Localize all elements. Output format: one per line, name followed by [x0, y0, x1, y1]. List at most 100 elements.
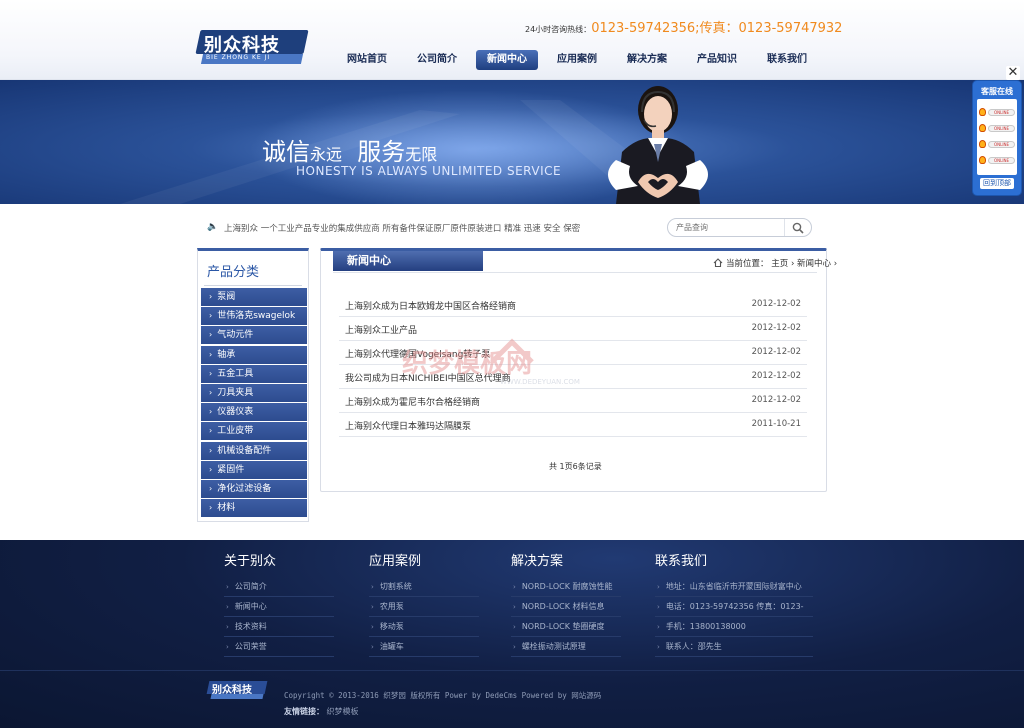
- service-close-icon[interactable]: ✕: [1006, 66, 1020, 80]
- category-item[interactable]: › 轴承: [201, 345, 307, 364]
- speaker-icon: 🔈: [207, 222, 219, 232]
- qq-online-button[interactable]: ONLINE: [979, 107, 1015, 117]
- site-footer: 关于别众 › 公司简介 › 新闻中心 › 技术资料 › 公司荣誉 应用案例 › 切割系统 …: [0, 540, 1024, 728]
- qq-online-label: ONLINE: [988, 108, 1015, 116]
- chevron-right-icon: ›: [209, 464, 213, 474]
- footer-column-title: 解决方案: [511, 554, 564, 569]
- qq-online-label: ONLINE: [988, 140, 1015, 148]
- category-item[interactable]: › 紧固件: [201, 460, 307, 479]
- chevron-right-icon: ›: [209, 445, 213, 455]
- qq-penguin-icon: [979, 108, 986, 116]
- news-row: 我公司成为日本NICHIBEI中国区总代理商 2012-12-02: [339, 365, 807, 389]
- footer-link[interactable]: › 农用泵: [369, 597, 479, 617]
- category-item[interactable]: › 净化过滤设备: [201, 479, 307, 498]
- category-list: › 泵阀 › 世伟洛克swagelok › 气动元件 › 轴承 › 五金工具 › 刀具夹具 …: [201, 288, 307, 518]
- category-item[interactable]: › 五金工具: [201, 364, 307, 383]
- search-input[interactable]: [676, 221, 776, 234]
- category-item[interactable]: › 仪器仪表: [201, 403, 307, 422]
- chevron-right-icon: ›: [513, 643, 516, 651]
- nav-item-solutions[interactable]: 解决方案: [616, 50, 678, 70]
- site-logo[interactable]: 别众科技 BIE ZHONG KE JI: [195, 30, 309, 66]
- news-panel: 新闻中心 当前位置： 主页 › 新闻中心 › 上海别众成为日本欧姆龙中国区合格经…: [320, 248, 837, 492]
- qq-penguin-icon: [979, 140, 986, 148]
- nav-item-home[interactable]: 网站首页: [336, 50, 398, 70]
- category-item[interactable]: › 材料: [201, 499, 307, 518]
- qq-online-button[interactable]: ONLINE: [979, 155, 1015, 165]
- service-title: 客服在线: [981, 87, 1013, 96]
- hotline-number: 0123-59742356;传真：0123-59747932: [591, 21, 843, 36]
- news-date: 2011-10-21: [751, 419, 801, 429]
- footer-link[interactable]: › 移动泵: [369, 617, 479, 637]
- news-title-link[interactable]: 上海别众成为日本欧姆龙中国区合格经销商: [345, 299, 516, 312]
- chevron-right-icon: ›: [209, 292, 213, 301]
- chevron-right-icon: ›: [209, 368, 213, 378]
- footer-link[interactable]: › 公司简介: [224, 577, 334, 597]
- news-title-link[interactable]: 上海别众代理日本雅玛达隔膜泵: [345, 419, 471, 432]
- chevron-right-icon: ›: [209, 330, 213, 340]
- breadcrumb-home-link[interactable]: 主页: [771, 259, 788, 269]
- chevron-right-icon: ›: [513, 583, 516, 591]
- nav-item-cases[interactable]: 应用案例: [546, 50, 608, 70]
- category-item[interactable]: › 机械设备配件: [201, 441, 307, 460]
- category-item[interactable]: › 世伟洛克swagelok: [201, 307, 307, 326]
- footer-link[interactable]: › 技术资料: [224, 617, 334, 637]
- chevron-right-icon: ›: [226, 603, 229, 611]
- footer-link[interactable]: › NORD-LOCK 耐腐蚀性能: [511, 577, 621, 597]
- category-item[interactable]: › 刀具夹具: [201, 383, 307, 402]
- back-to-top-button[interactable]: 回到顶部: [980, 178, 1014, 189]
- friend-link[interactable]: 织梦模板: [327, 707, 359, 716]
- banner-title-b: 永远: [310, 145, 343, 164]
- news-title-link[interactable]: 上海别众成为霍尼韦尔合格经销商: [345, 395, 480, 408]
- footer-link[interactable]: › NORD-LOCK 垫圈硬度: [511, 617, 621, 637]
- news-title-link[interactable]: 我公司成为日本NICHIBEI中国区总代理商: [345, 371, 511, 384]
- copyright-text: Copyright © 2013-2016 织梦园 版权所有 Power by …: [284, 691, 602, 700]
- footer-link[interactable]: › 切割系统: [369, 577, 479, 597]
- chevron-right-icon: ›: [209, 387, 213, 397]
- footer-column-solutions: 解决方案 › NORD-LOCK 耐腐蚀性能 › NORD-LOCK 材料信息 › N…: [511, 550, 621, 657]
- qq-online-label: ONLINE: [988, 124, 1015, 132]
- hotline-label: 24小时咨询热线：: [525, 25, 592, 34]
- chevron-right-icon: ›: [209, 503, 213, 513]
- news-title-link[interactable]: 上海别众代理德国Vogelsang转子泵: [345, 347, 490, 360]
- site-header: 别众科技 BIE ZHONG KE JI 24小时咨询热线：0123-59742…: [0, 0, 1024, 80]
- breadcrumb-current[interactable]: 新闻中心: [797, 259, 831, 269]
- nav-item-contact[interactable]: 联系我们: [756, 50, 818, 70]
- chevron-right-icon: ›: [226, 623, 229, 631]
- nav-item-news[interactable]: 新闻中心: [476, 50, 538, 70]
- breadcrumb: 当前位置： 主页 › 新闻中心 ›: [713, 257, 837, 269]
- banner-subtitle: HONESTY IS ALWAYS UNLIMITED SERVICE: [296, 164, 562, 178]
- footer-logo[interactable]: 别众科技: [206, 681, 268, 701]
- chevron-right-icon: ›: [833, 259, 838, 269]
- qq-online-button[interactable]: ONLINE: [979, 139, 1015, 149]
- category-item[interactable]: › 泵阀: [201, 288, 307, 306]
- nav-item-about[interactable]: 公司简介: [406, 50, 468, 70]
- news-list: 上海别众成为日本欧姆龙中国区合格经销商 2012-12-02 上海别众工业产品 …: [339, 293, 807, 437]
- hotline: 24小时咨询热线：0123-59742356;传真：0123-59747932: [525, 17, 842, 36]
- chevron-right-icon: ›: [371, 643, 374, 651]
- news-row: 上海别众成为日本欧姆龙中国区合格经销商 2012-12-02: [339, 293, 807, 317]
- hero-banner: 诚信永远 服务无限 HONESTY IS ALWAYS UNLIMITED SE…: [0, 80, 1024, 204]
- news-date: 2012-12-02: [751, 299, 801, 309]
- news-row: 上海别众成为霍尼韦尔合格经销商 2012-12-02: [339, 389, 807, 413]
- footer-link[interactable]: › NORD-LOCK 材料信息: [511, 597, 621, 617]
- news-row: 上海别众工业产品 2012-12-02: [339, 317, 807, 341]
- qq-penguin-icon: [979, 156, 986, 164]
- qq-online-label: ONLINE: [988, 156, 1015, 164]
- customer-service-person-image: [608, 86, 708, 204]
- qq-online-button[interactable]: ONLINE: [979, 123, 1015, 133]
- footer-column-title: 应用案例: [369, 554, 422, 569]
- footer-link[interactable]: › 螺栓振动测试原理: [511, 637, 621, 657]
- news-title-link[interactable]: 上海别众工业产品: [345, 323, 417, 336]
- nav-item-knowledge[interactable]: 产品知识: [686, 50, 748, 70]
- footer-contact-line: › 手机：13800138000: [655, 617, 813, 637]
- category-item[interactable]: › 气动元件: [201, 326, 307, 345]
- friend-links: 友情链接： 织梦模板: [284, 706, 359, 717]
- footer-link[interactable]: › 公司荣誉: [224, 637, 334, 657]
- banner-light-rays: [120, 90, 700, 204]
- search-button[interactable]: [784, 219, 811, 236]
- notice-marquee: 上海别众 一个工业产品专业的集成供应商 所有备件保证原厂原件原装进口 精准 迅速…: [224, 224, 581, 234]
- chevron-right-icon: ›: [657, 623, 660, 631]
- category-item[interactable]: › 工业皮带: [201, 422, 307, 441]
- footer-link[interactable]: › 新闻中心: [224, 597, 334, 617]
- footer-link[interactable]: › 油罐车: [369, 637, 479, 657]
